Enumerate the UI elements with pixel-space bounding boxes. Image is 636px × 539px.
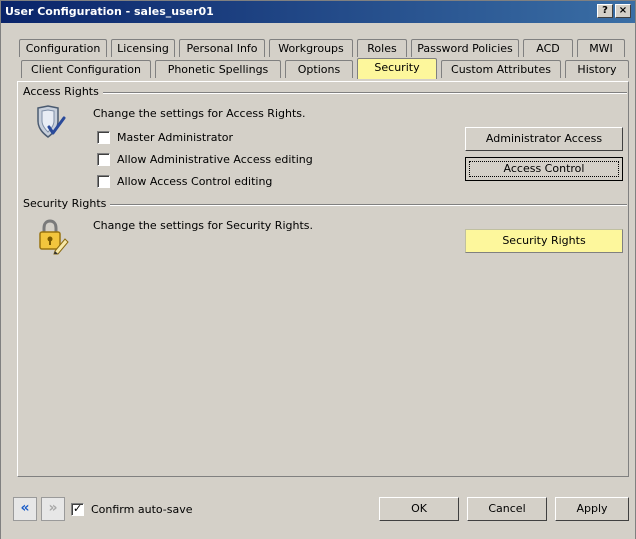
tab-workgroups[interactable]: Workgroups [269, 39, 353, 57]
security-rights-description: Change the settings for Security Rights. [93, 219, 314, 232]
forward-double-chevron-icon[interactable]: » [41, 497, 65, 521]
help-button[interactable]: ? [597, 4, 613, 18]
allow-admin-access-editing-label: Allow Administrative Access editing [117, 153, 313, 166]
confirm-autosave-label: Confirm auto-save [91, 503, 193, 516]
tab-client-configuration[interactable]: Client Configuration [21, 60, 151, 78]
security-rights-button[interactable]: Security Rights [465, 229, 623, 253]
tab-custom-attributes[interactable]: Custom Attributes [441, 60, 561, 78]
title-bar: User Configuration - sales_user01 ? × [1, 1, 635, 23]
allow-admin-access-editing-checkbox-row[interactable]: Allow Administrative Access editing [97, 153, 337, 167]
allow-access-control-editing-label: Allow Access Control editing [117, 175, 273, 188]
close-button[interactable]: × [615, 4, 631, 18]
access-rights-divider [91, 92, 627, 94]
tab-password-policies[interactable]: Password Policies [411, 39, 519, 57]
allow-admin-access-editing-checkbox[interactable] [97, 153, 110, 166]
allow-access-control-editing-checkbox[interactable] [97, 175, 110, 188]
security-rights-group-label: Security Rights [23, 197, 111, 210]
allow-access-control-editing-checkbox-row[interactable]: Allow Access Control editing [97, 175, 317, 189]
tab-licensing[interactable]: Licensing [111, 39, 175, 57]
master-administrator-label: Master Administrator [117, 131, 234, 144]
tab-phonetic-spellings[interactable]: Phonetic Spellings [155, 60, 281, 78]
apply-button[interactable]: Apply [555, 497, 629, 521]
back-double-chevron-icon[interactable]: « [13, 497, 37, 521]
access-rights-group-label: Access Rights [23, 85, 103, 98]
tab-mwi[interactable]: MWI [577, 39, 625, 57]
bottom-toolbar: « » ✓ Confirm auto-save OK Cancel Apply [1, 481, 635, 539]
tab-personal-info[interactable]: Personal Info [179, 39, 265, 57]
master-administrator-checkbox[interactable] [97, 131, 110, 144]
access-control-button[interactable]: Access Control [465, 157, 623, 181]
tab-security[interactable]: Security [357, 58, 437, 79]
security-rights-divider [97, 204, 627, 206]
shield-check-icon [33, 105, 67, 144]
tab-history[interactable]: History [565, 60, 629, 78]
cancel-button[interactable]: Cancel [467, 497, 547, 521]
focus-ring [469, 161, 619, 177]
tab-acd[interactable]: ACD [523, 39, 573, 57]
master-administrator-checkbox-row[interactable]: Master Administrator [97, 131, 297, 145]
tab-roles[interactable]: Roles [357, 39, 407, 57]
confirm-autosave-checkbox-row[interactable]: ✓ Confirm auto-save [71, 502, 221, 517]
access-rights-description: Change the settings for Access Rights. [93, 107, 306, 120]
lock-pencil-icon [35, 219, 69, 258]
checkmark-icon: ✓ [73, 502, 83, 515]
window-title: User Configuration - sales_user01 [5, 5, 214, 18]
confirm-autosave-checkbox[interactable]: ✓ [71, 502, 84, 516]
user-configuration-window: User Configuration - sales_user01 ? × Co… [0, 0, 636, 539]
administrator-access-button[interactable]: Administrator Access [465, 127, 623, 151]
ok-button[interactable]: OK [379, 497, 459, 521]
tab-configuration[interactable]: Configuration [19, 39, 107, 57]
tab-options[interactable]: Options [285, 60, 353, 78]
